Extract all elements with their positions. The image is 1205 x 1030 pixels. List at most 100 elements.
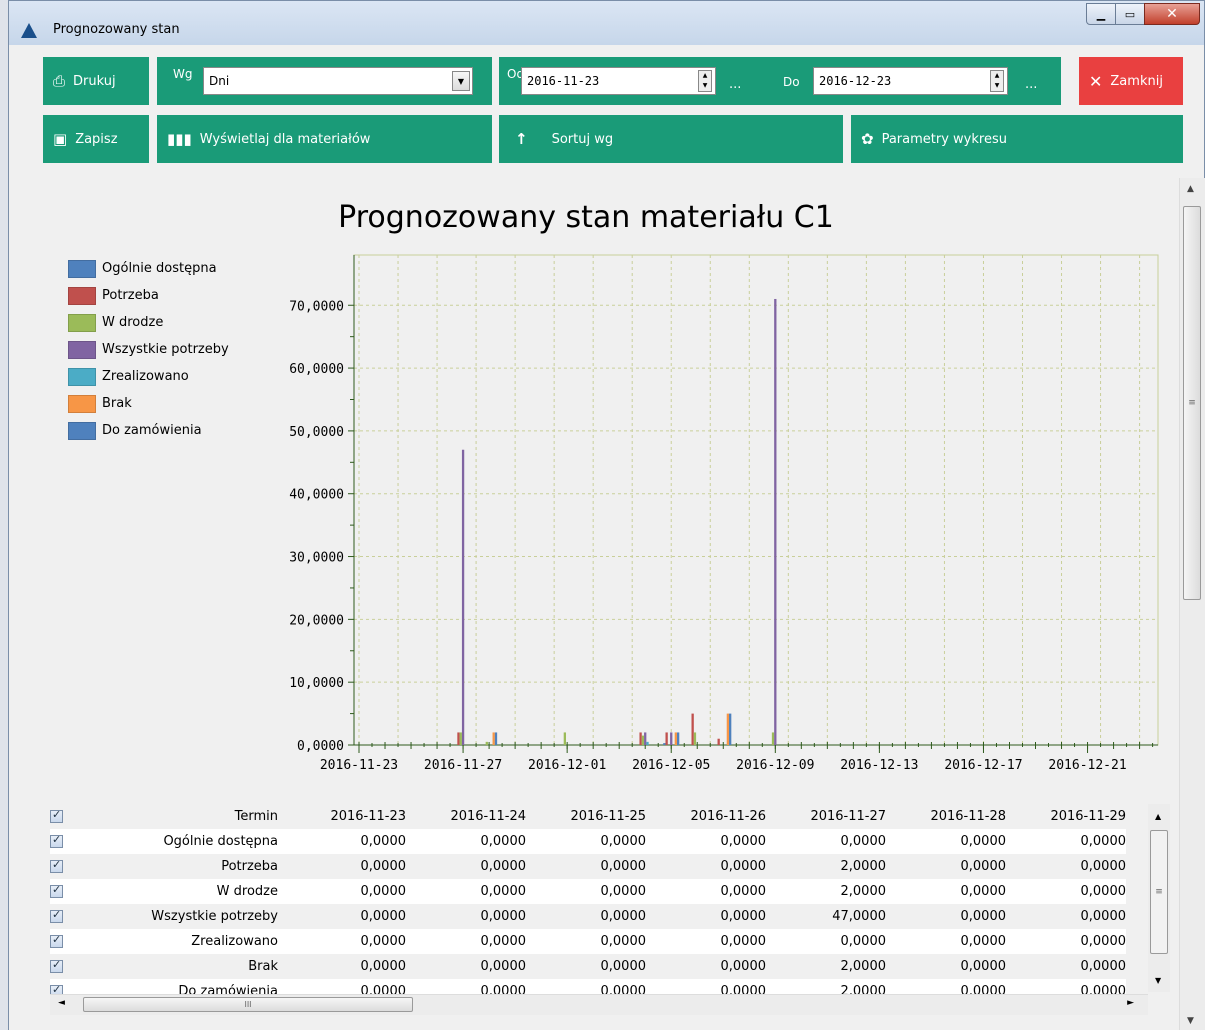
col-header: 2016-11-27: [810, 809, 886, 824]
table-cell: 0,0000: [1080, 959, 1127, 974]
params-label: Parametry wykresu: [881, 131, 1007, 147]
header-termin: Termin: [234, 809, 278, 824]
row-checkbox[interactable]: [50, 833, 63, 848]
scroll-right-icon[interactable]: ►: [1127, 998, 1134, 1008]
legend-item: Wszystkie potrzeby: [68, 336, 229, 363]
table-scroll-thumb[interactable]: ≡: [1150, 830, 1168, 954]
col-header: 2016-11-26: [690, 809, 766, 824]
table-cell: 0,0000: [1080, 909, 1127, 924]
table-cell: 0,0000: [360, 934, 407, 949]
row-label: Brak: [248, 959, 278, 974]
legend-item: Do zamówienia: [68, 417, 229, 444]
table-cell: 0,0000: [1080, 859, 1127, 874]
table-cell: 0,0000: [1080, 884, 1127, 899]
row-checkbox[interactable]: [50, 958, 63, 973]
legend-swatch: [68, 367, 96, 386]
scroll-up-icon[interactable]: ▲: [1155, 812, 1161, 821]
legend-item: Potrzeba: [68, 282, 229, 309]
legend-label: Do zamówienia: [102, 423, 202, 438]
table-cell: 0,0000: [480, 859, 527, 874]
table-cell: 47,0000: [832, 909, 886, 924]
row-checkbox[interactable]: [50, 908, 63, 923]
header-checkbox[interactable]: [50, 808, 63, 823]
dropdown-arrow-icon[interactable]: ▼: [452, 71, 470, 91]
legend-label: Potrzeba: [102, 288, 159, 303]
checkbox-cell[interactable]: [50, 879, 78, 904]
close-x-icon: ✕: [1089, 71, 1103, 91]
table-cell: 0,0000: [600, 884, 647, 899]
table-cell: 0,0000: [960, 934, 1007, 949]
row-checkbox[interactable]: [50, 933, 63, 948]
table-cell: 0,0000: [600, 934, 647, 949]
print-button[interactable]: ⎙ Drukuj: [43, 57, 149, 105]
checkbox-cell[interactable]: [50, 904, 78, 929]
scroll-down-icon[interactable]: ▼: [1155, 976, 1161, 985]
legend-swatch: [68, 340, 96, 359]
save-button[interactable]: ▣ Zapisz: [43, 115, 149, 163]
legend-swatch: [68, 286, 96, 305]
close-label: Zamknij: [1110, 73, 1163, 89]
do-label: Do: [783, 75, 800, 89]
sort-label: Sortuj wg: [551, 131, 614, 147]
do-spinner-icon[interactable]: ▲ ▼: [990, 70, 1004, 92]
h-scroll-thumb[interactable]: III: [83, 997, 413, 1012]
show-for-materials-button[interactable]: ▮▮▮ Wyświetlaj dla materiałów: [157, 115, 492, 163]
table-cell: 0,0000: [360, 959, 407, 974]
page-scroll-thumb[interactable]: ≡: [1183, 206, 1201, 600]
row-label: Ogólnie dostępna: [163, 834, 278, 849]
sort-button[interactable]: ↑ Sortuj wg: [499, 115, 843, 163]
table-cell: 0,0000: [960, 959, 1007, 974]
row-checkbox[interactable]: [50, 883, 63, 898]
maximize-button[interactable]: ▭: [1115, 3, 1145, 25]
app-logo-icon: [21, 23, 37, 38]
col-header: 2016-11-29: [1050, 809, 1126, 824]
table-row: Wszystkie potrzeby 0,0000 0,0000 0,0000 0,00…: [50, 904, 1126, 929]
od-date-input[interactable]: 2016-11-23 ▲ ▼: [521, 67, 716, 95]
od-more-button[interactable]: ...: [729, 77, 741, 92]
od-spinner-icon[interactable]: ▲ ▼: [698, 70, 712, 92]
window-controls: ▁ ▭ ✕: [1086, 3, 1200, 25]
minimize-button[interactable]: ▁: [1086, 3, 1116, 25]
close-window-button[interactable]: ✕: [1144, 3, 1200, 25]
table-cell: 0,0000: [960, 834, 1007, 849]
checkbox-cell[interactable]: [50, 929, 78, 954]
table-cell: 0,0000: [360, 909, 407, 924]
checkbox-cell[interactable]: [50, 854, 78, 879]
checkbox-cell[interactable]: [50, 954, 78, 979]
close-button[interactable]: ✕ Zamknij: [1079, 57, 1183, 105]
page-scroll-up-icon[interactable]: ▲: [1187, 184, 1194, 194]
legend-swatch: [68, 259, 96, 278]
checkbox-cell[interactable]: [50, 829, 78, 854]
do-more-button[interactable]: ...: [1025, 77, 1037, 92]
row-checkbox[interactable]: [50, 858, 63, 873]
row-label: W drodze: [216, 884, 278, 899]
scroll-left-icon[interactable]: ◄: [58, 998, 65, 1008]
col-header: 2016-11-23: [330, 809, 406, 824]
table-cell: 0,0000: [480, 834, 527, 849]
do-date-input[interactable]: 2016-12-23 ▲ ▼: [813, 67, 1008, 95]
wg-select[interactable]: Dni ▼: [203, 67, 473, 95]
col-header: 2016-11-28: [930, 809, 1006, 824]
page-vertical-scrollbar[interactable]: ▲ ≡ ▼: [1179, 178, 1205, 1030]
table-cell: 0,0000: [600, 959, 647, 974]
table-cell: 0,0000: [480, 959, 527, 974]
wg-value: Dni: [209, 74, 230, 88]
table-vertical-scrollbar[interactable]: ▲ ≡ ▼: [1148, 804, 1170, 992]
data-table: Termin 2016-11-23 2016-11-24 2016-11-25 …: [50, 804, 1150, 1004]
table-row: W drodze 0,0000 0,0000 0,0000 0,0000 2,0000 0,…: [50, 879, 1126, 904]
chart-params-button[interactable]: ✿ Parametry wykresu: [851, 115, 1183, 163]
page-scroll-down-icon[interactable]: ▼: [1187, 1016, 1194, 1026]
table-cell: 0,0000: [480, 934, 527, 949]
table-cell: 0,0000: [720, 859, 767, 874]
show-for-label: Wyświetlaj dla materiałów: [199, 131, 371, 147]
table-cell: 0,0000: [600, 834, 647, 849]
table-cell: 2,0000: [840, 859, 887, 874]
wg-group: Wg Dni ▼: [157, 57, 492, 105]
table-horizontal-scrollbar[interactable]: ◄ III ►: [50, 994, 1148, 1015]
legend-label: Ogólnie dostępna: [102, 261, 217, 276]
table-cell: 0,0000: [480, 884, 527, 899]
col-header: 2016-11-24: [450, 809, 526, 824]
legend-item: Brak: [68, 390, 229, 417]
table-cell: 0,0000: [720, 959, 767, 974]
print-label: Drukuj: [73, 73, 116, 89]
